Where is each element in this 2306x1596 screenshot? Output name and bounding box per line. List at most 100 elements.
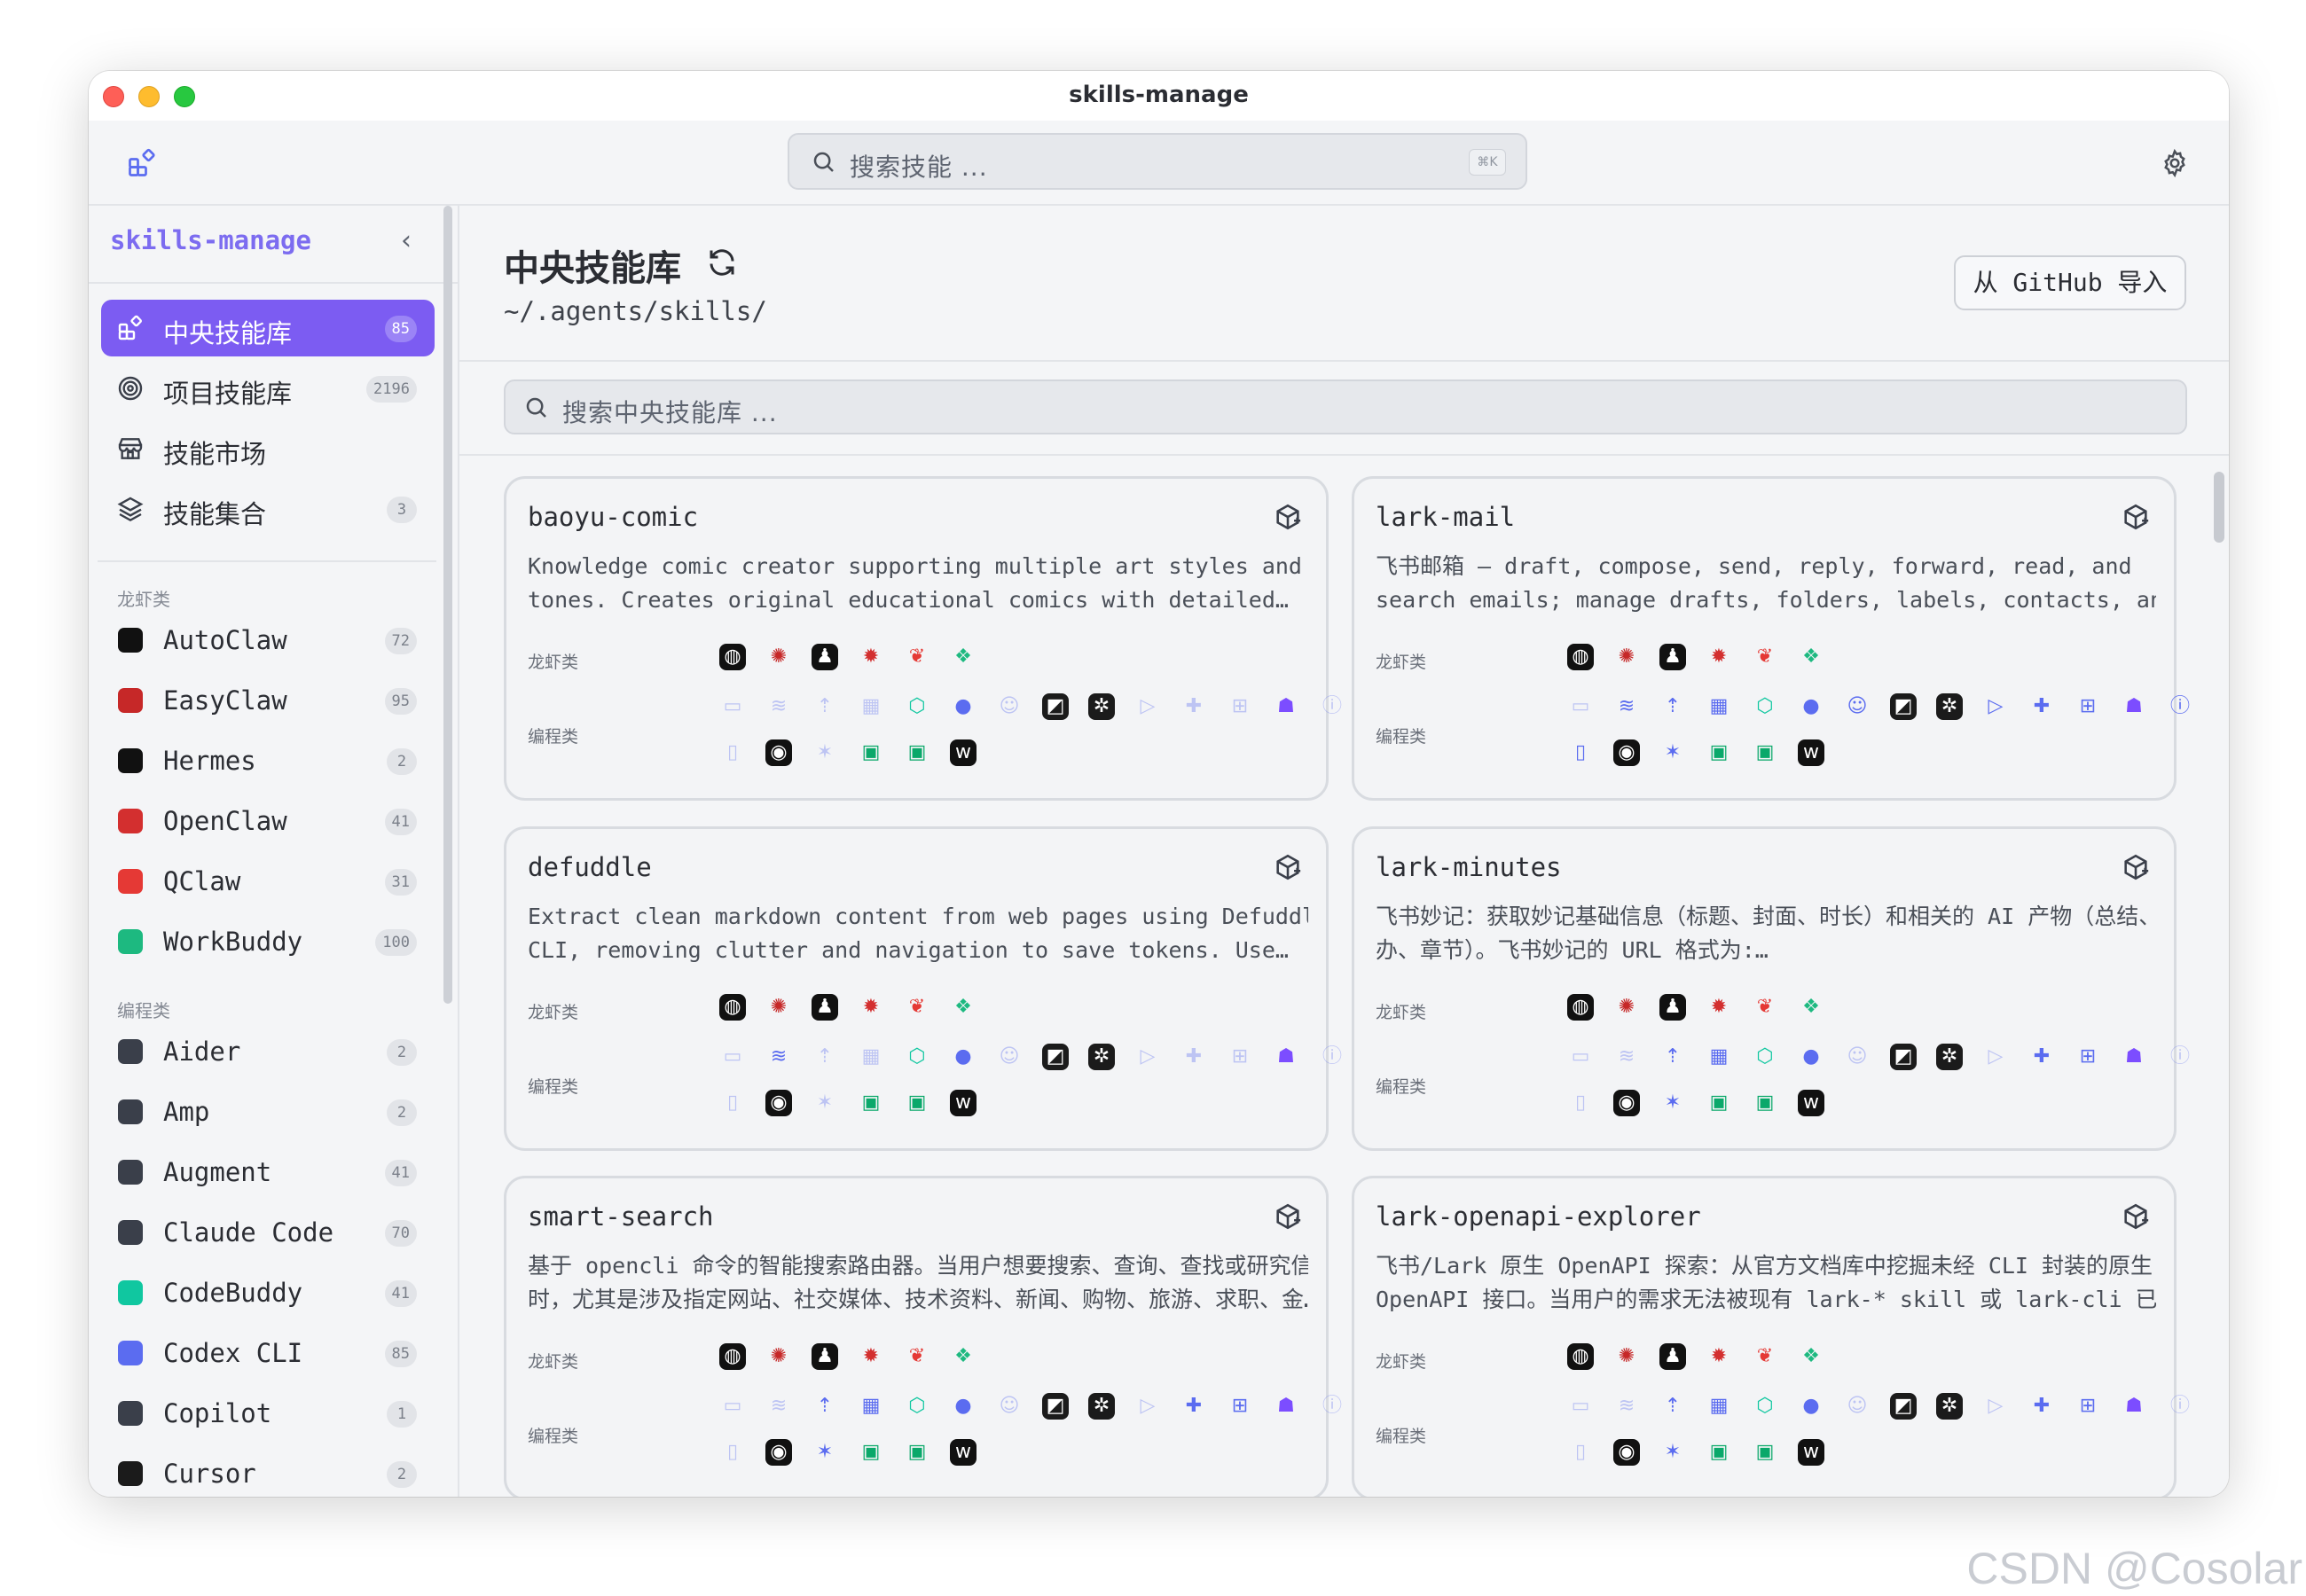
qclaw-icon: ❦ xyxy=(908,1345,926,1367)
code-agents-label: 编程类 xyxy=(528,1077,579,1097)
skill-card[interactable]: lark-openapi-explorer 飞书/Lark 原生 OpenAPI … xyxy=(1352,1176,2190,1497)
qclaw-icon: ❦ xyxy=(1756,1345,1774,1367)
amp-icon xyxy=(115,1097,145,1127)
hermes-icon: ♟ xyxy=(812,994,838,1021)
code-agents-label: 编程类 xyxy=(1376,1077,1427,1097)
settings-gear-icon[interactable] xyxy=(2160,148,2190,178)
amp-icon: ≋ xyxy=(1618,1395,1635,1417)
kiro-icon: ⊞ xyxy=(2079,1045,2097,1068)
qclaw-icon: ❦ xyxy=(908,996,926,1018)
sidebar-item-skill-collections[interactable]: 技能集合 3 xyxy=(101,481,435,537)
sidebar-item-qclaw[interactable]: QClaw 31 xyxy=(101,853,435,910)
sidebar-item-skill-market[interactable]: 技能市场 xyxy=(101,420,435,477)
qoder-icon: ◉ xyxy=(1613,1090,1640,1116)
openclaw-icon: ✹ xyxy=(862,1345,880,1367)
store-icon xyxy=(115,434,145,464)
opencode-icon: ▯ xyxy=(726,1441,739,1463)
windsurf-icon: w xyxy=(950,739,977,766)
hermes-icon: ♟ xyxy=(812,1343,838,1370)
skill-card[interactable]: smart-search 基于 opencli 命令的智能搜索路由器。当用户想要搜… xyxy=(504,1176,1342,1497)
easyclaw-icon: ✺ xyxy=(1618,996,1635,1018)
app-grid-icon[interactable] xyxy=(126,147,158,179)
amp-icon: ≋ xyxy=(770,1395,788,1417)
terminal-icon: ▷ xyxy=(1140,1045,1156,1068)
codex-icon: ● xyxy=(1802,1045,1820,1068)
sidebar-item-augment[interactable]: Augment 41 xyxy=(101,1144,435,1201)
sidebar-scrollbar[interactable] xyxy=(443,206,452,1004)
info-icon: ⓘ xyxy=(1322,1395,1342,1417)
code-agents-label: 编程类 xyxy=(528,1427,579,1446)
amp-icon: ≋ xyxy=(770,1045,788,1068)
kiro-icon: ⊞ xyxy=(1231,695,1249,717)
cline-icon: ✲ xyxy=(1936,1044,1963,1070)
kilo-icon: ☗ xyxy=(2125,1395,2143,1417)
main-scrollbar[interactable] xyxy=(2214,472,2224,543)
collapse-sidebar-button[interactable]: ‹ xyxy=(401,225,412,256)
augment-icon: ⇡ xyxy=(816,695,834,717)
codebuddy-icon xyxy=(115,1278,145,1308)
codex-icon: ● xyxy=(954,1045,972,1068)
import-from-github-button[interactable]: 从 GitHub 导入 xyxy=(1954,255,2186,310)
sidebar-item-easyclaw[interactable]: EasyClaw 95 xyxy=(101,672,435,729)
sidebar-item-autoclaw[interactable]: AutoClaw 72 xyxy=(101,612,435,669)
sidebar-item-codex-cli[interactable]: Codex CLI 85 xyxy=(101,1325,435,1381)
global-search-input[interactable]: 搜索技能 ... ⌘K xyxy=(788,133,1527,190)
layers-icon xyxy=(115,494,145,524)
windsurf-icon: w xyxy=(1798,739,1824,766)
sidebar-item-label: Hermes xyxy=(163,746,256,776)
aider-icon: ▭ xyxy=(1571,1395,1590,1417)
package-install-icon[interactable] xyxy=(1273,1201,1303,1232)
opencode-icon: ▯ xyxy=(1574,1091,1587,1114)
augment-icon xyxy=(115,1157,145,1187)
sidebar-item-central-library[interactable]: 中央技能库 85 xyxy=(101,300,435,356)
package-install-icon[interactable] xyxy=(2121,502,2151,532)
hermes-icon: ♟ xyxy=(1659,1343,1686,1370)
library-search-input[interactable]: 搜索中央技能库 ... xyxy=(504,379,2187,434)
header-divider xyxy=(459,360,2229,362)
search-divider xyxy=(459,454,2229,456)
skill-description: 飞书/Lark 原生 OpenAPI 探索：从官方文档库中挖掘未经 CLI 封装… xyxy=(1376,1253,2156,1312)
sidebar-item-workbuddy[interactable]: WorkBuddy 100 xyxy=(101,913,435,970)
claude-code-icon: ▦ xyxy=(861,1395,881,1417)
global-search-placeholder: 搜索技能 ... xyxy=(850,153,988,182)
package-install-icon[interactable] xyxy=(2121,1201,2151,1232)
sidebar-item-project-library[interactable]: 项目技能库 2196 xyxy=(101,360,435,417)
claude-code-icon: ▦ xyxy=(1709,1045,1729,1068)
gemini-icon: ✚ xyxy=(2033,1045,2051,1068)
sidebar-item-hermes[interactable]: Hermes 2 xyxy=(101,732,435,789)
skill-card[interactable]: defuddle Extract clean markdown content f… xyxy=(504,826,1342,1151)
sidebar-item-label: AutoClaw xyxy=(163,625,287,655)
trae-icon: ▣ xyxy=(861,1091,881,1114)
qclaw-icon xyxy=(115,866,145,896)
sidebar-item-cursor[interactable]: Cursor 2 xyxy=(101,1445,435,1497)
package-install-icon[interactable] xyxy=(1273,852,1303,882)
skill-card[interactable]: lark-mail 飞书邮箱 — draft, compose, send, re… xyxy=(1352,476,2190,801)
workbuddy-icon: ❖ xyxy=(1802,1345,1820,1367)
watermark: CSDN @Cosolar xyxy=(1966,1544,2302,1593)
codex-icon: ● xyxy=(1802,695,1820,717)
skill-card[interactable]: lark-minutes 飞书妙记：获取妙记基础信息（标题、封面、时长）和相关的 … xyxy=(1352,826,2190,1151)
kiro-icon: ⊞ xyxy=(1231,1045,1249,1068)
hermes-icon: ♟ xyxy=(1659,994,1686,1021)
sidebar-item-amp[interactable]: Amp 2 xyxy=(101,1084,435,1140)
refresh-icon[interactable] xyxy=(706,246,738,278)
app-window: skills-manage 搜索技能 ... ⌘K skills-manage … xyxy=(89,71,2229,1497)
info-icon: ⓘ xyxy=(2169,1045,2190,1068)
sidebar-item-label: 技能集合 xyxy=(163,499,267,529)
roo-icon: ✶ xyxy=(816,1441,834,1463)
sidebar-item-label: OpenClaw xyxy=(163,806,287,836)
section-header-claw: 龙虾类 xyxy=(117,589,170,610)
augment-icon: ⇡ xyxy=(1664,1395,1682,1417)
sidebar-item-openclaw[interactable]: OpenClaw 41 xyxy=(101,793,435,849)
package-install-icon[interactable] xyxy=(2121,852,2151,882)
sidebar-item-claude-code[interactable]: Claude Code 70 xyxy=(101,1204,435,1261)
sidebar-item-aider[interactable]: Aider 2 xyxy=(101,1023,435,1080)
workbuddy-icon: ❖ xyxy=(1802,996,1820,1018)
code-agents-label: 编程类 xyxy=(1376,727,1427,747)
trae-cn-icon: ▣ xyxy=(1755,1441,1775,1463)
skill-card[interactable]: baoyu-comic Knowledge comic creator suppo… xyxy=(504,476,1342,801)
sidebar-item-codebuddy[interactable]: CodeBuddy 41 xyxy=(101,1264,435,1321)
package-install-icon[interactable] xyxy=(1273,502,1303,532)
sidebar-item-copilot[interactable]: Copilot 1 xyxy=(101,1385,435,1442)
sidebar-item-label: 项目技能库 xyxy=(163,379,293,409)
